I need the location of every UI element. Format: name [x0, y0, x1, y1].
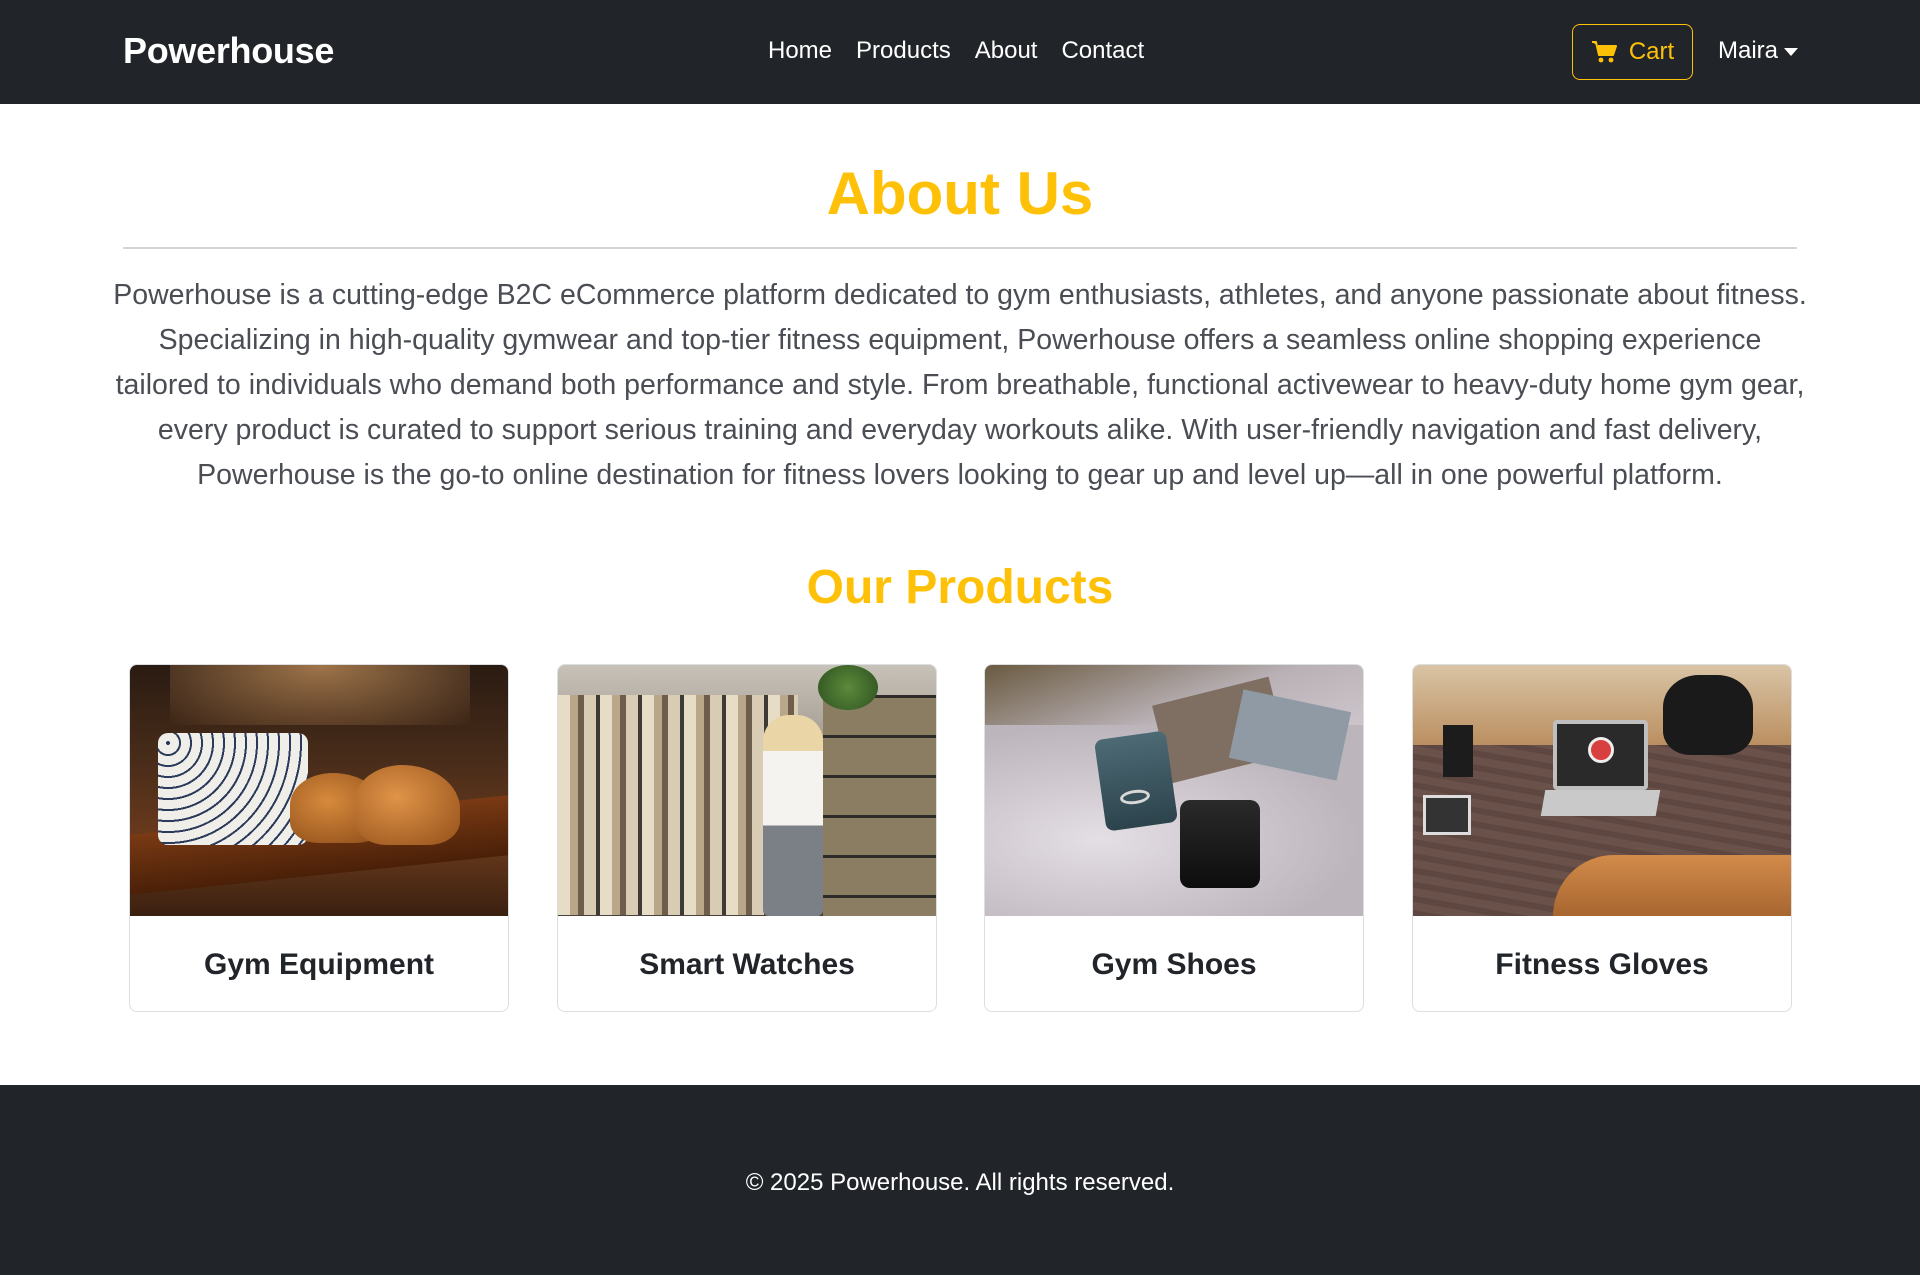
nav-contact-link[interactable]: Contact: [1061, 37, 1144, 65]
divider: [123, 247, 1797, 249]
product-image: [558, 665, 936, 916]
navbar: Powerhouse Home Products About Contact C…: [0, 0, 1920, 104]
copyright-text: © 2025 Powerhouse. All rights reserved.: [745, 1169, 1175, 1196]
product-image: [130, 665, 508, 916]
nav-products-link[interactable]: Products: [856, 37, 951, 65]
chevron-down-icon: [1784, 48, 1799, 56]
cart-icon: [1591, 40, 1619, 64]
product-card-title: Gym Shoes: [1091, 947, 1257, 981]
product-image: [985, 665, 1363, 916]
brand-logo[interactable]: Powerhouse: [123, 30, 334, 72]
product-image: [1413, 665, 1791, 916]
nav-home-link[interactable]: Home: [768, 37, 832, 65]
product-card-title: Fitness Gloves: [1495, 947, 1709, 981]
cart-button[interactable]: Cart: [1572, 24, 1693, 80]
user-name: Maira: [1718, 37, 1779, 64]
cart-label: Cart: [1628, 38, 1675, 65]
product-card-gym-equipment[interactable]: Gym Equipment: [129, 664, 509, 1012]
product-card-gym-shoes[interactable]: Gym Shoes: [984, 664, 1364, 1012]
nav-links: Home Products About Contact: [768, 37, 1144, 65]
user-dropdown[interactable]: Maira: [1718, 37, 1799, 65]
product-card-fitness-gloves[interactable]: Fitness Gloves: [1412, 664, 1792, 1012]
nav-about-link[interactable]: About: [975, 37, 1038, 65]
product-card-title: Smart Watches: [639, 947, 855, 981]
products-title: Our Products: [806, 561, 1114, 614]
about-description: Powerhouse is a cutting-edge B2C eCommer…: [113, 279, 1807, 491]
product-card-smart-watches[interactable]: Smart Watches: [557, 664, 937, 1012]
product-card-title: Gym Equipment: [203, 947, 435, 981]
about-title: About Us: [826, 160, 1094, 227]
